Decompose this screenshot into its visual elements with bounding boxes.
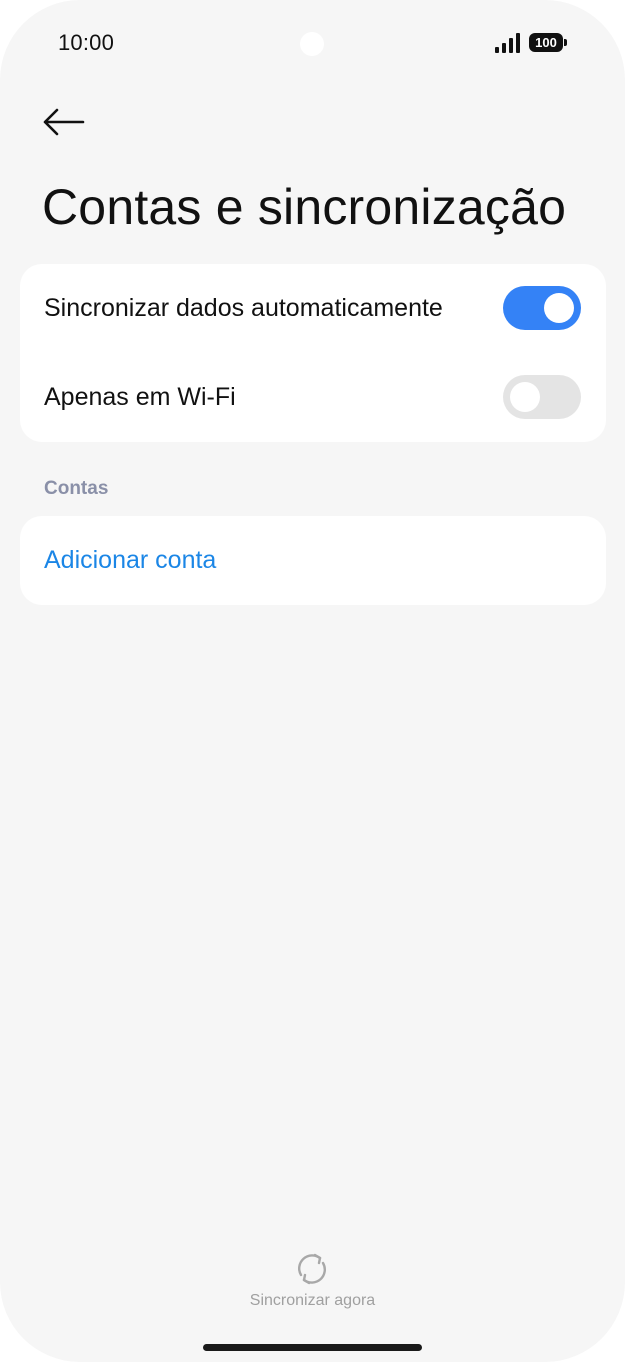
- toggle-knob: [510, 382, 540, 412]
- page-title: Contas e sincronização: [42, 179, 567, 235]
- battery-tip: [564, 39, 567, 46]
- wifi-only-row[interactable]: Apenas em Wi-Fi: [20, 353, 606, 442]
- sync-now-button[interactable]: Sincronizar agora: [200, 1246, 425, 1316]
- status-time: 10:00: [58, 30, 115, 55]
- arrow-left-icon: [43, 108, 85, 136]
- add-account-link[interactable]: Adicionar conta: [44, 546, 216, 575]
- auto-sync-row[interactable]: Sincronizar dados automaticamente: [20, 264, 606, 353]
- sync-settings-card: Sincronizar dados automaticamente Apenas…: [20, 264, 606, 442]
- accounts-section-label: Contas: [44, 478, 109, 499]
- front-camera: [300, 32, 324, 56]
- battery-level: 100: [535, 35, 557, 50]
- signal-icon: [495, 33, 520, 53]
- home-indicator[interactable]: [203, 1344, 422, 1351]
- phone-screen: 10:00 100 Contas e sincronização Sincron…: [0, 0, 625, 1362]
- sync-now-label: Sincronizar agora: [249, 1292, 376, 1309]
- sync-icon: [298, 1253, 326, 1285]
- wifi-only-toggle[interactable]: [503, 375, 581, 419]
- wifi-only-label: Apenas em Wi-Fi: [44, 383, 236, 411]
- toggle-knob: [544, 293, 574, 323]
- auto-sync-label: Sincronizar dados automaticamente: [44, 294, 443, 322]
- back-button[interactable]: [38, 100, 88, 144]
- battery-icon: 100: [529, 33, 563, 52]
- add-account-card[interactable]: Adicionar conta: [20, 516, 606, 605]
- auto-sync-toggle[interactable]: [503, 286, 581, 330]
